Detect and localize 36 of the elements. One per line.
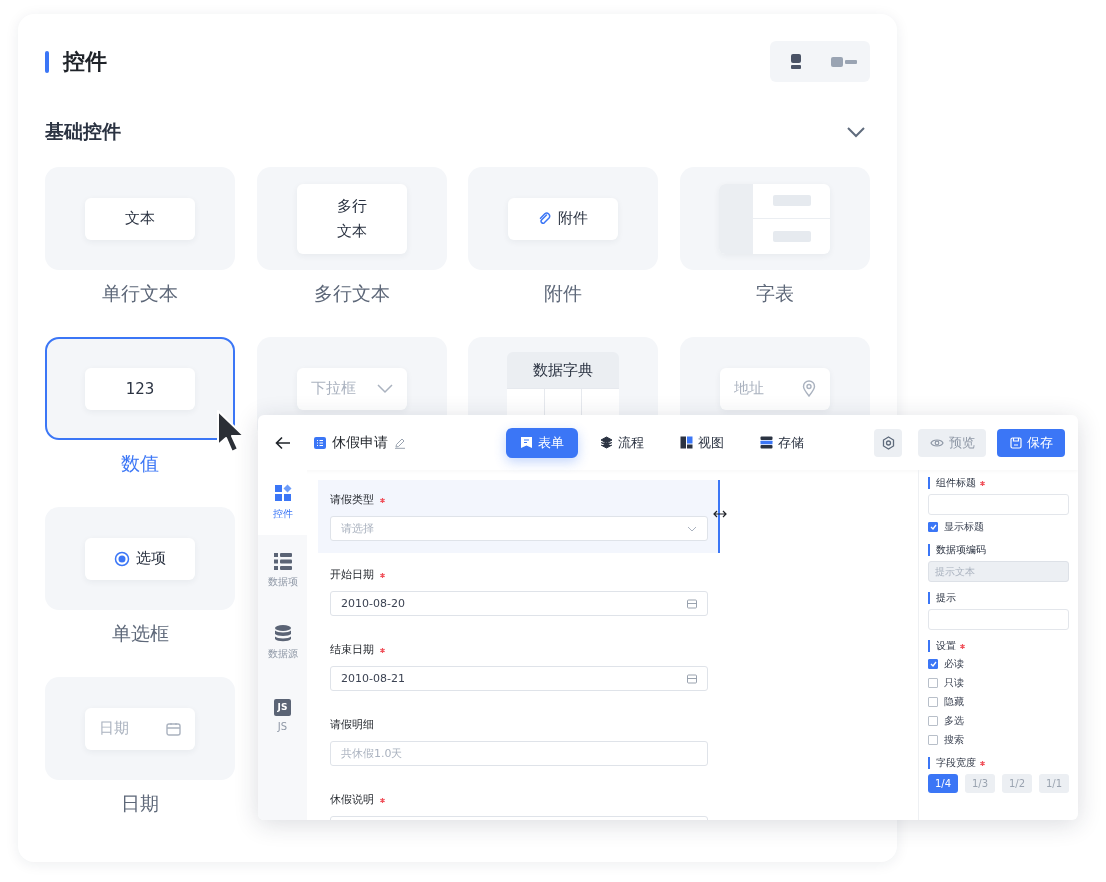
control-label: 字表 — [755, 281, 794, 306]
preview-text: 附件 — [558, 209, 588, 228]
field-label: 休假说明 — [330, 792, 374, 808]
checkbox-label: 只读 — [944, 676, 964, 690]
field-label: 请假明细 — [330, 717, 374, 733]
preview-text: 选项 — [136, 549, 166, 568]
control-label: 数值 — [121, 451, 159, 476]
js-badge: JS — [274, 698, 291, 716]
preview-text: 文本 — [336, 221, 367, 241]
checkbox-label: 必读 — [944, 657, 964, 671]
control-label: 附件 — [544, 281, 582, 306]
section-title: 基础控件 — [45, 119, 121, 144]
preview-text: 文本 — [125, 209, 155, 228]
control-label: 单选框 — [111, 621, 169, 646]
property-title: 组件标题 — [936, 477, 976, 489]
field-label: 结束日期 — [330, 642, 374, 658]
preview-placeholder: 日期 — [99, 719, 129, 738]
preview-placeholder: 下拉框 — [310, 379, 356, 398]
control-label: 单行文本 — [102, 281, 178, 306]
field-label: 请假类型 — [330, 492, 374, 508]
control-label: 多行文本 — [313, 281, 390, 306]
preview-text: 多行 — [336, 196, 367, 216]
checkbox-label: 显示标题 — [944, 520, 984, 534]
property-title: 数据项编码 — [936, 544, 986, 556]
property-title: 提示 — [936, 592, 956, 604]
preview-placeholder: 地址 — [733, 379, 764, 398]
checkbox-label: 搜索 — [944, 733, 964, 747]
property-title: 设置 — [936, 640, 956, 652]
checkbox-label: 多选 — [944, 714, 964, 728]
control-label: 日期 — [121, 791, 159, 816]
preview-text: 数据字典 — [507, 352, 619, 388]
property-title: 字段宽度 — [936, 757, 976, 769]
checkbox-label: 隐藏 — [944, 695, 964, 709]
panel-title: 控件 — [63, 47, 107, 76]
preview-text: 123 — [125, 379, 155, 398]
field-label: 开始日期 — [330, 567, 374, 583]
